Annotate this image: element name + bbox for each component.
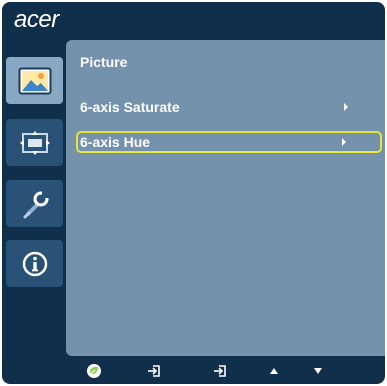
up-key[interactable]: [264, 363, 284, 379]
osd-menu: acer Picture 6-axis Saturate 6-axis Hue: [2, 2, 385, 384]
chevron-right-icon: [344, 103, 348, 111]
menu-item-6-axis-hue[interactable]: 6-axis Hue: [76, 131, 382, 153]
acer-logo: acer: [14, 6, 59, 33]
picture-icon: [18, 67, 51, 94]
eco-key[interactable]: [84, 363, 104, 379]
up-arrow-icon: [270, 368, 278, 374]
enter-key-2[interactable]: [210, 363, 230, 379]
enter-key-1[interactable]: [144, 363, 164, 379]
sidebar-item-settings[interactable]: [6, 180, 63, 227]
menu-item-label: 6-axis Hue: [80, 134, 151, 150]
info-icon: [22, 251, 47, 276]
down-arrow-icon: [314, 368, 322, 374]
display-position-icon: [19, 130, 50, 155]
content-panel: Picture 6-axis Saturate 6-axis Hue: [66, 40, 385, 356]
menu-item-label: 6-axis Saturate: [80, 99, 180, 115]
chevron-right-icon: [342, 138, 346, 146]
page-title: Picture: [80, 54, 128, 70]
wrench-icon: [23, 190, 49, 218]
eco-icon: [87, 364, 101, 378]
key-hint-bar: [66, 360, 385, 384]
enter-icon: [148, 365, 160, 377]
sidebar-item-picture[interactable]: [6, 57, 63, 104]
sidebar-item-information[interactable]: [6, 240, 63, 287]
menu-item-6-axis-saturate[interactable]: 6-axis Saturate: [76, 96, 382, 118]
sidebar-item-display[interactable]: [6, 119, 63, 166]
down-key[interactable]: [308, 363, 328, 379]
enter-icon: [214, 365, 226, 377]
